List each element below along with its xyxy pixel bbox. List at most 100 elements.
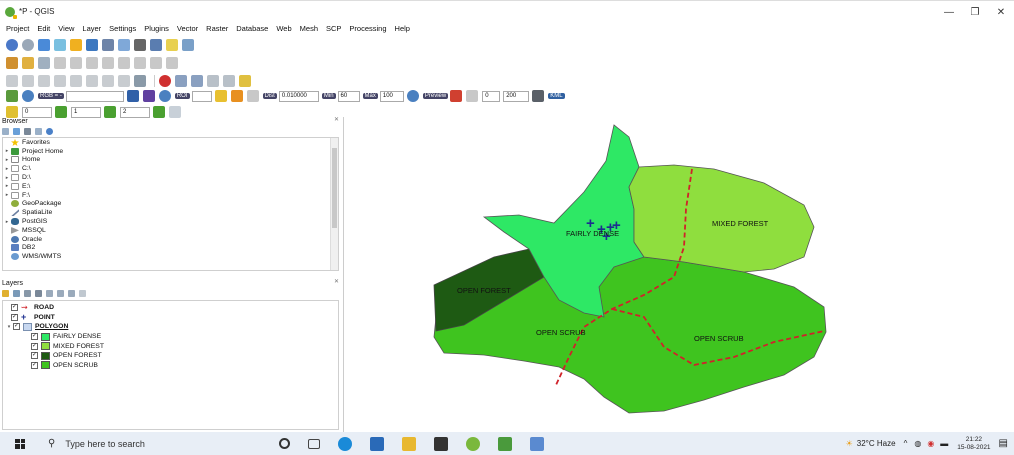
scp-dock-icon[interactable] bbox=[6, 90, 18, 102]
save-edits-icon[interactable] bbox=[38, 57, 50, 69]
roi-pointer-icon[interactable] bbox=[230, 90, 243, 102]
cortana-icon[interactable] bbox=[279, 438, 290, 449]
edit-pencil-icon[interactable] bbox=[6, 57, 18, 69]
trim-icon[interactable] bbox=[239, 75, 251, 87]
browser-item-drive-d[interactable]: ▸ D:\ bbox=[3, 173, 338, 182]
expand-arrow-icon[interactable]: ▸ bbox=[3, 175, 11, 181]
expand-arrow-icon[interactable]: ▸ bbox=[3, 157, 11, 163]
task-view-icon[interactable] bbox=[308, 438, 320, 449]
menu-raster[interactable]: Raster bbox=[206, 24, 228, 33]
rgb-select[interactable] bbox=[65, 90, 124, 102]
refresh-icon[interactable] bbox=[13, 128, 20, 135]
rotate-label-icon[interactable] bbox=[70, 75, 82, 87]
store-icon[interactable] bbox=[434, 436, 448, 451]
show-hide-label-icon[interactable] bbox=[102, 75, 114, 87]
min-input[interactable]: 60 bbox=[337, 90, 360, 102]
copy-icon[interactable] bbox=[118, 57, 130, 69]
kml-label[interactable]: KML bbox=[548, 93, 565, 99]
weather-text[interactable]: 32°C Haze bbox=[857, 439, 896, 448]
label-icon[interactable] bbox=[6, 75, 18, 87]
create-roi-icon[interactable] bbox=[214, 90, 227, 102]
paste-icon[interactable] bbox=[134, 57, 146, 69]
attribute-table-icon[interactable] bbox=[86, 39, 98, 51]
browser-item-postgis[interactable]: ▸ PostGIS bbox=[3, 217, 338, 226]
rgb-prev-icon[interactable] bbox=[126, 90, 139, 102]
menu-vector[interactable]: Vector bbox=[177, 24, 198, 33]
add-layer-icon[interactable] bbox=[2, 128, 9, 135]
redo-icon[interactable] bbox=[166, 57, 178, 69]
layer-point[interactable]: ✓ + POINT bbox=[3, 312, 338, 322]
preview-field-2[interactable]: 200 bbox=[503, 90, 530, 102]
toggle-edit-icon[interactable] bbox=[22, 57, 34, 69]
menu-web[interactable]: Web bbox=[276, 24, 291, 33]
undo-icon[interactable] bbox=[150, 57, 162, 69]
browser-item-wms[interactable]: WMS/WMTS bbox=[3, 252, 338, 261]
browser-item-drive-c[interactable]: ▸ C:\ bbox=[3, 164, 338, 173]
filter-icon[interactable] bbox=[24, 128, 31, 135]
collapse-arrow-icon[interactable]: ▾ bbox=[5, 324, 13, 330]
browser-item-oracle[interactable]: Oracle bbox=[3, 235, 338, 244]
filter-expression-icon[interactable] bbox=[46, 290, 53, 297]
text-annotation-icon[interactable] bbox=[182, 39, 194, 51]
measure-icon[interactable] bbox=[150, 39, 162, 51]
browser-item-drive-f[interactable]: ▸ F:\ bbox=[3, 191, 338, 200]
grid-icon[interactable] bbox=[134, 75, 146, 87]
menu-project[interactable]: Project bbox=[6, 24, 29, 33]
mail-icon[interactable] bbox=[370, 436, 384, 451]
legend-item-fairly-dense[interactable]: ✓ FAIRLY DENSE bbox=[3, 332, 338, 342]
battery-icon[interactable]: ▬ bbox=[940, 439, 948, 448]
menu-layer[interactable]: Layer bbox=[82, 24, 101, 33]
annotation-icon[interactable] bbox=[166, 39, 178, 51]
reshape-icon[interactable] bbox=[191, 75, 203, 87]
expand-arrow-icon[interactable]: ▸ bbox=[3, 148, 11, 154]
settings-gear-icon[interactable] bbox=[118, 39, 130, 51]
network-icon[interactable]: ◍ bbox=[914, 439, 921, 448]
browser-scroll-thumb[interactable] bbox=[332, 148, 337, 228]
remove-temp-files-icon[interactable] bbox=[532, 90, 545, 102]
menu-view[interactable]: View bbox=[58, 24, 74, 33]
layer-visibility-checkbox[interactable]: ✓ bbox=[11, 304, 18, 312]
pan-to-selection-icon[interactable] bbox=[22, 39, 34, 51]
expand-arrow-icon[interactable]: ▸ bbox=[3, 219, 11, 225]
notification-icon[interactable]: ▤ bbox=[999, 438, 1008, 449]
remove-layer-icon[interactable] bbox=[79, 290, 86, 297]
clock[interactable]: 21:22 15-08-2021 bbox=[957, 436, 990, 452]
cut-icon[interactable] bbox=[102, 57, 114, 69]
layer-polygon[interactable]: ▾ ✓ POLYGON bbox=[3, 322, 338, 332]
change-label-icon[interactable] bbox=[86, 75, 98, 87]
split-icon[interactable] bbox=[175, 75, 187, 87]
category-checkbox[interactable]: ✓ bbox=[31, 333, 38, 341]
preview-zoom-icon[interactable] bbox=[406, 90, 419, 102]
preview-field-1[interactable]: 0 bbox=[482, 90, 501, 102]
map-svg[interactable]: + + + + + FAIRLY DENSE MIXED FOREST OPEN… bbox=[344, 117, 1014, 432]
max-input[interactable]: 100 bbox=[379, 90, 404, 102]
photos-icon[interactable] bbox=[530, 436, 544, 451]
move-label-icon[interactable] bbox=[54, 75, 66, 87]
chevron-up-icon[interactable]: ^ bbox=[904, 439, 908, 448]
browser-item-spatialite[interactable]: SpatiaLite bbox=[3, 208, 338, 217]
panel-close-icon[interactable]: ✕ bbox=[334, 116, 339, 123]
taskbar-search[interactable]: ⚲ Type here to search bbox=[40, 432, 270, 455]
chrome-tray-icon[interactable]: ◉ bbox=[927, 439, 934, 448]
expand-all-icon[interactable] bbox=[57, 290, 64, 297]
diagram-icon[interactable] bbox=[118, 75, 130, 87]
pin-label-icon[interactable] bbox=[22, 75, 34, 87]
offset-icon[interactable] bbox=[207, 75, 219, 87]
legend-item-mixed-forest[interactable]: ✓ MIXED FOREST bbox=[3, 341, 338, 351]
browser-item-mssql[interactable]: MSSQL bbox=[3, 226, 338, 235]
field-calculator-icon[interactable] bbox=[102, 39, 114, 51]
rgb-next-icon[interactable] bbox=[142, 90, 155, 102]
browser-item-project-home[interactable]: ▸ Project Home bbox=[3, 147, 338, 156]
close-button[interactable]: ✕ bbox=[988, 1, 1014, 23]
roi-zoom-icon[interactable] bbox=[158, 90, 171, 102]
statistics-icon[interactable] bbox=[134, 39, 146, 51]
redo-roi-icon[interactable] bbox=[246, 90, 259, 102]
file-explorer-icon[interactable] bbox=[402, 436, 416, 451]
browser-item-db2[interactable]: DB2 bbox=[3, 244, 338, 253]
excel-icon[interactable] bbox=[498, 436, 512, 451]
select-icon[interactable] bbox=[70, 39, 82, 51]
styling-icon[interactable] bbox=[2, 290, 9, 297]
menu-settings[interactable]: Settings bbox=[109, 24, 136, 33]
classification-preview-icon[interactable] bbox=[450, 90, 463, 102]
browser-item-favorites[interactable]: Favorites bbox=[3, 138, 338, 147]
